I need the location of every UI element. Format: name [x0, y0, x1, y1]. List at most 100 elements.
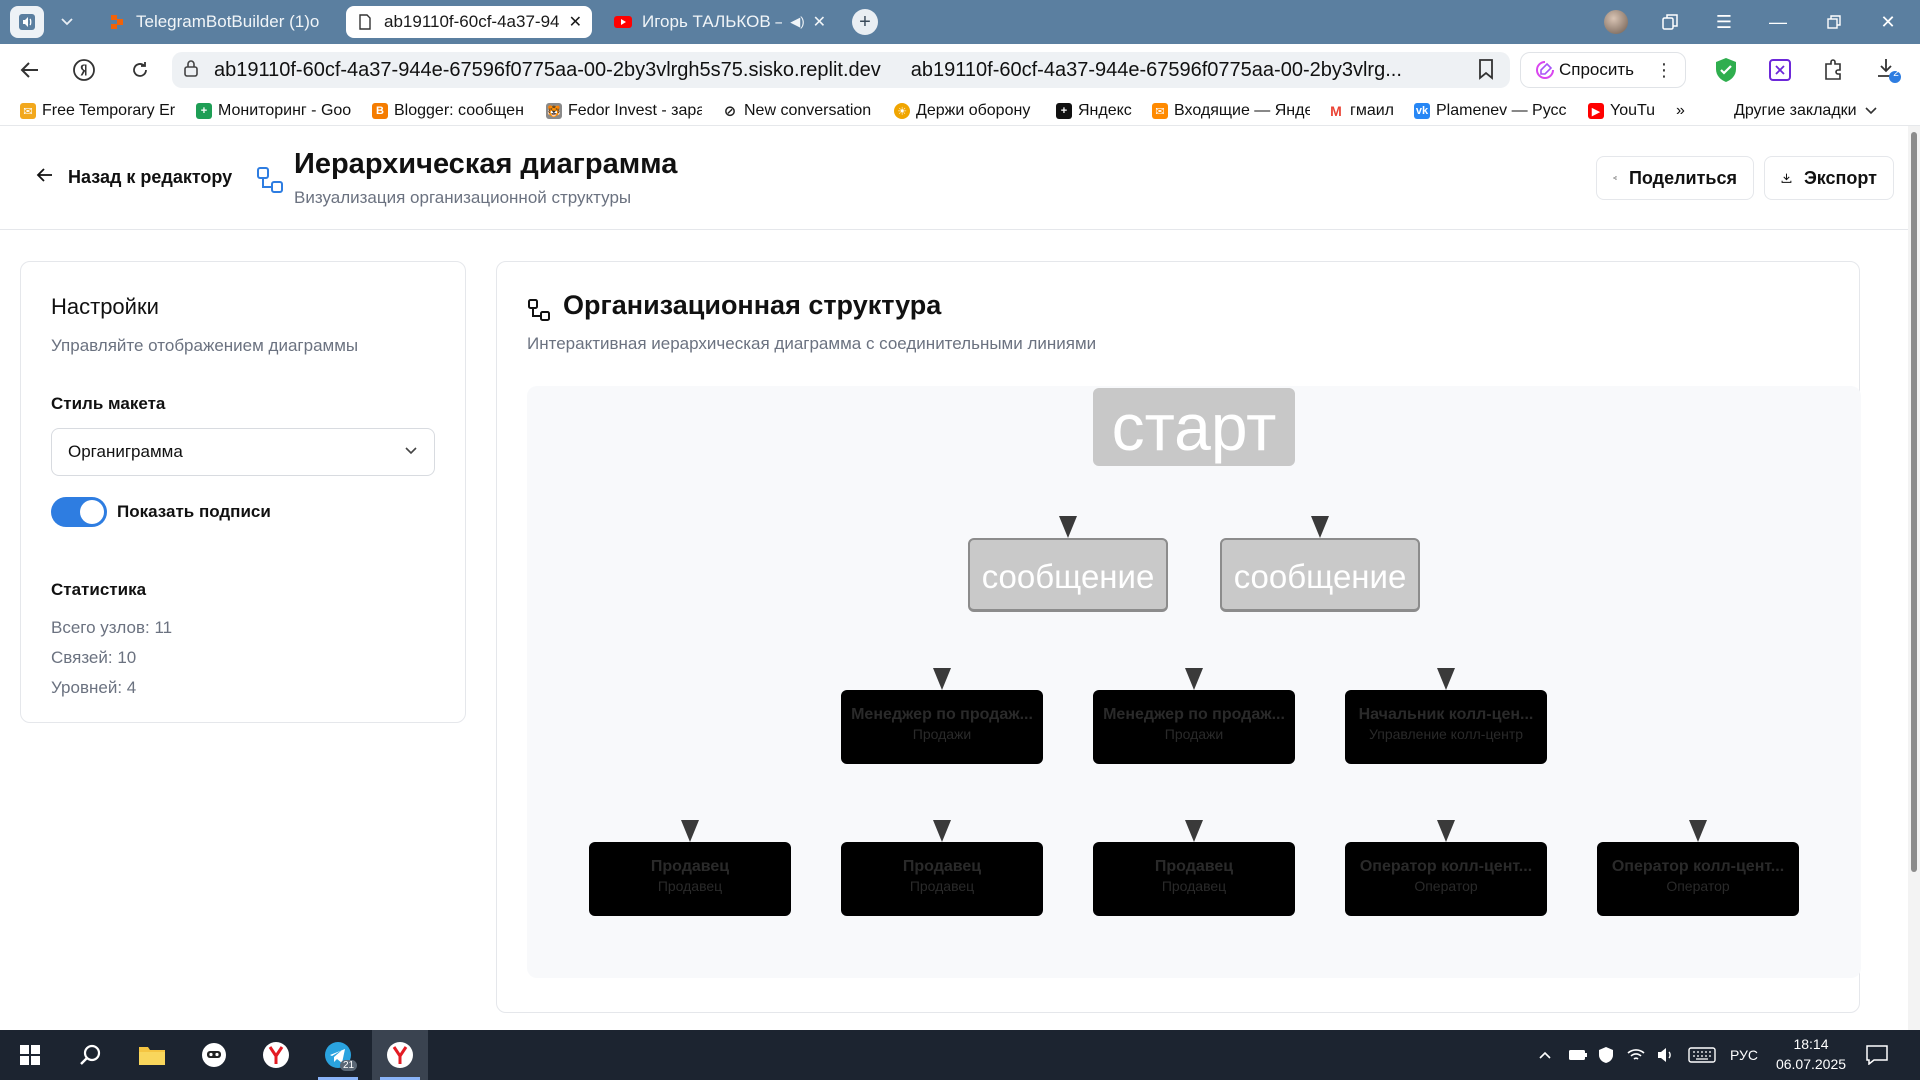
browser-tab-strip: TelegramBotBuilder (1)o ab19110f-60cf-4a… — [0, 0, 1920, 44]
collections-icon[interactable] — [1650, 8, 1690, 36]
tab-youtube[interactable]: Игорь ТАЛЬКОВ — / ◀) ✕ — [604, 6, 836, 38]
scrollbar-thumb[interactable] — [1911, 132, 1917, 872]
diagram-node[interactable]: старт — [1093, 388, 1295, 466]
bookmark-item[interactable]: ▶ YouTu — [1588, 100, 1660, 122]
ask-alice-button[interactable]: Спросить ⋮ — [1520, 52, 1686, 88]
reload-button[interactable] — [124, 54, 156, 86]
back-label: Назад к редактору — [68, 167, 233, 187]
restore-icon[interactable] — [1814, 8, 1854, 36]
diagram-node[interactable]: Начальник колл-цен... Управление колл-цен… — [1345, 690, 1547, 764]
minimize-icon[interactable]: — — [1758, 8, 1798, 36]
diagram-node[interactable]: сообщение — [968, 538, 1168, 612]
other-bookmarks-folder[interactable]: Другие закладки — [1734, 100, 1884, 122]
bookmark-item[interactable]: ⊘ New conversation — [722, 100, 878, 122]
page-scrollbar[interactable] — [1908, 126, 1920, 1030]
more-options-icon[interactable]: ⋮ — [1655, 60, 1673, 81]
bookmark-item[interactable]: vk Plamenev — Русс — [1414, 100, 1572, 122]
keyboard-icon[interactable] — [1688, 1030, 1716, 1080]
diagram-node[interactable]: Продавец Продавец — [841, 842, 1043, 916]
profile-avatar[interactable] — [1604, 10, 1628, 34]
diagram-canvas[interactable]: старт сообщение сообщение Менеджер по прода… — [527, 386, 1861, 978]
new-tab-button[interactable]: + — [852, 9, 878, 35]
url-field[interactable]: ab19110f-60cf-4a37-944e-67596f0775aa-00-… — [172, 52, 1510, 88]
yandex-browser-icon[interactable] — [248, 1030, 304, 1080]
back-to-editor-link[interactable]: Назад к редактору — [36, 166, 232, 189]
mail-icon: ✉ — [20, 103, 36, 119]
tab-telegrambotbuilder[interactable]: TelegramBotBuilder (1)o — [98, 6, 330, 38]
node-title: старт — [1111, 390, 1277, 464]
bookmark-item[interactable]: M гмаил — [1328, 100, 1404, 122]
search-icon[interactable] — [62, 1030, 118, 1080]
bookmark-item[interactable]: 🐯 Fedor Invest - зара — [546, 100, 702, 122]
downloads-icon[interactable]: 2 — [1874, 56, 1902, 84]
file-explorer-icon[interactable] — [124, 1030, 180, 1080]
diagram-node[interactable]: Оператор колл-цент... Оператор — [1345, 842, 1547, 916]
diagram-node[interactable]: Менеджер по продаж... Продажи — [841, 690, 1043, 764]
bookmark-item[interactable]: ☀ Держи оборону — [894, 100, 1046, 122]
mute-tab-icon[interactable]: ◀) — [790, 14, 804, 30]
diagram-node[interactable]: Оператор колл-цент... Оператор — [1597, 842, 1799, 916]
language-indicator[interactable]: РУС — [1730, 1030, 1758, 1080]
connector-arrow — [1185, 668, 1203, 690]
bookmarks-bar: ✉ Free Temporary Er + Мониторинг - Goo B… — [0, 96, 1920, 126]
gmail-icon: M — [1330, 103, 1342, 119]
hierarchy-icon — [256, 166, 284, 199]
show-labels-toggle[interactable] — [51, 497, 107, 527]
shield-icon[interactable] — [1598, 1030, 1614, 1080]
node-subtitle: Продажи — [912, 726, 972, 742]
telegram-icon[interactable]: 21 — [310, 1030, 366, 1080]
bookmark-item[interactable]: + Яндекс — [1056, 100, 1140, 122]
yandex-browser-active-icon[interactable] — [372, 1030, 428, 1080]
node-subtitle: Оператор — [1414, 878, 1478, 894]
diagram-description: Интерактивная иерархическая диаграмма с … — [527, 334, 1097, 353]
close-tab-icon[interactable]: ✕ — [569, 12, 582, 32]
tabs-menu-button[interactable] — [52, 6, 82, 38]
battery-icon[interactable] — [1568, 1030, 1588, 1080]
yandex-icon: + — [1056, 103, 1072, 119]
extension-x-icon[interactable] — [1766, 56, 1794, 84]
export-button[interactable]: Экспорт — [1764, 156, 1894, 200]
close-window-icon[interactable]: ✕ — [1868, 8, 1908, 36]
diagram-node[interactable]: Продавец Продавец — [589, 842, 791, 916]
bookmark-label: YouTu — [1610, 102, 1656, 119]
diagram-node[interactable]: Менеджер по продаж... Продажи — [1093, 690, 1295, 764]
diagram-node[interactable]: Продавец Продавец — [1093, 842, 1295, 916]
close-tab-icon[interactable]: ✕ — [813, 12, 826, 32]
share-button[interactable]: Поделиться — [1596, 156, 1754, 200]
clock[interactable]: 18:14 06.07.2025 — [1768, 1034, 1854, 1074]
stats-title: Статистика — [51, 580, 147, 599]
bookmark-item[interactable]: ✉ Free Temporary Er — [20, 100, 176, 122]
app-icon[interactable] — [186, 1030, 242, 1080]
reload-icon — [133, 62, 147, 77]
wifi-icon[interactable] — [1626, 1030, 1646, 1080]
menu-icon[interactable]: ☰ — [1704, 8, 1744, 36]
bookmark-icon[interactable] — [1478, 58, 1494, 85]
url-host-text: ab19110f-60cf-4a37-944e-67596f0775aa-00-… — [214, 58, 881, 81]
bookmark-item[interactable]: ✉ Входящие — Янде — [1152, 100, 1310, 122]
volume-icon[interactable] — [1656, 1030, 1676, 1080]
bookmark-label: Plamenev — Русс — [1436, 102, 1567, 119]
diagram-card: Организационная структура Интерактивная … — [496, 261, 1861, 1013]
export-label: Экспорт — [1803, 167, 1877, 188]
chevron-down-icon — [61, 18, 73, 26]
layout-style-select[interactable]: Органиграмма — [51, 428, 435, 476]
more-bookmarks-button[interactable]: » — [1676, 100, 1698, 122]
openai-icon: ⊘ — [723, 103, 737, 120]
sidebar-toggle-button[interactable] — [10, 6, 44, 38]
show-hidden-icons[interactable] — [1538, 1030, 1552, 1080]
node-title: Оператор колл-цент... — [1359, 858, 1533, 875]
tab-current-page[interactable]: ab19110f-60cf-4a37-94 ✕ — [346, 6, 592, 38]
bookmark-item[interactable]: + Мониторинг - Goo — [196, 100, 352, 122]
extensions-icon[interactable] — [1820, 56, 1848, 84]
sun-icon: ☀ — [894, 103, 910, 119]
notifications-icon[interactable] — [1866, 1030, 1888, 1080]
page-subtitle: Визуализация организационной структуры — [294, 188, 632, 207]
diagram-node[interactable]: сообщение — [1220, 538, 1420, 612]
node-title: Продавец — [902, 858, 982, 875]
yandex-button[interactable] — [68, 54, 100, 86]
bookmark-item[interactable]: B Blogger: сообщен — [372, 100, 526, 122]
back-button[interactable] — [14, 54, 46, 86]
start-icon[interactable] — [2, 1030, 58, 1080]
bookmark-label: New conversation — [744, 102, 872, 119]
protect-shield-icon[interactable] — [1712, 56, 1740, 84]
